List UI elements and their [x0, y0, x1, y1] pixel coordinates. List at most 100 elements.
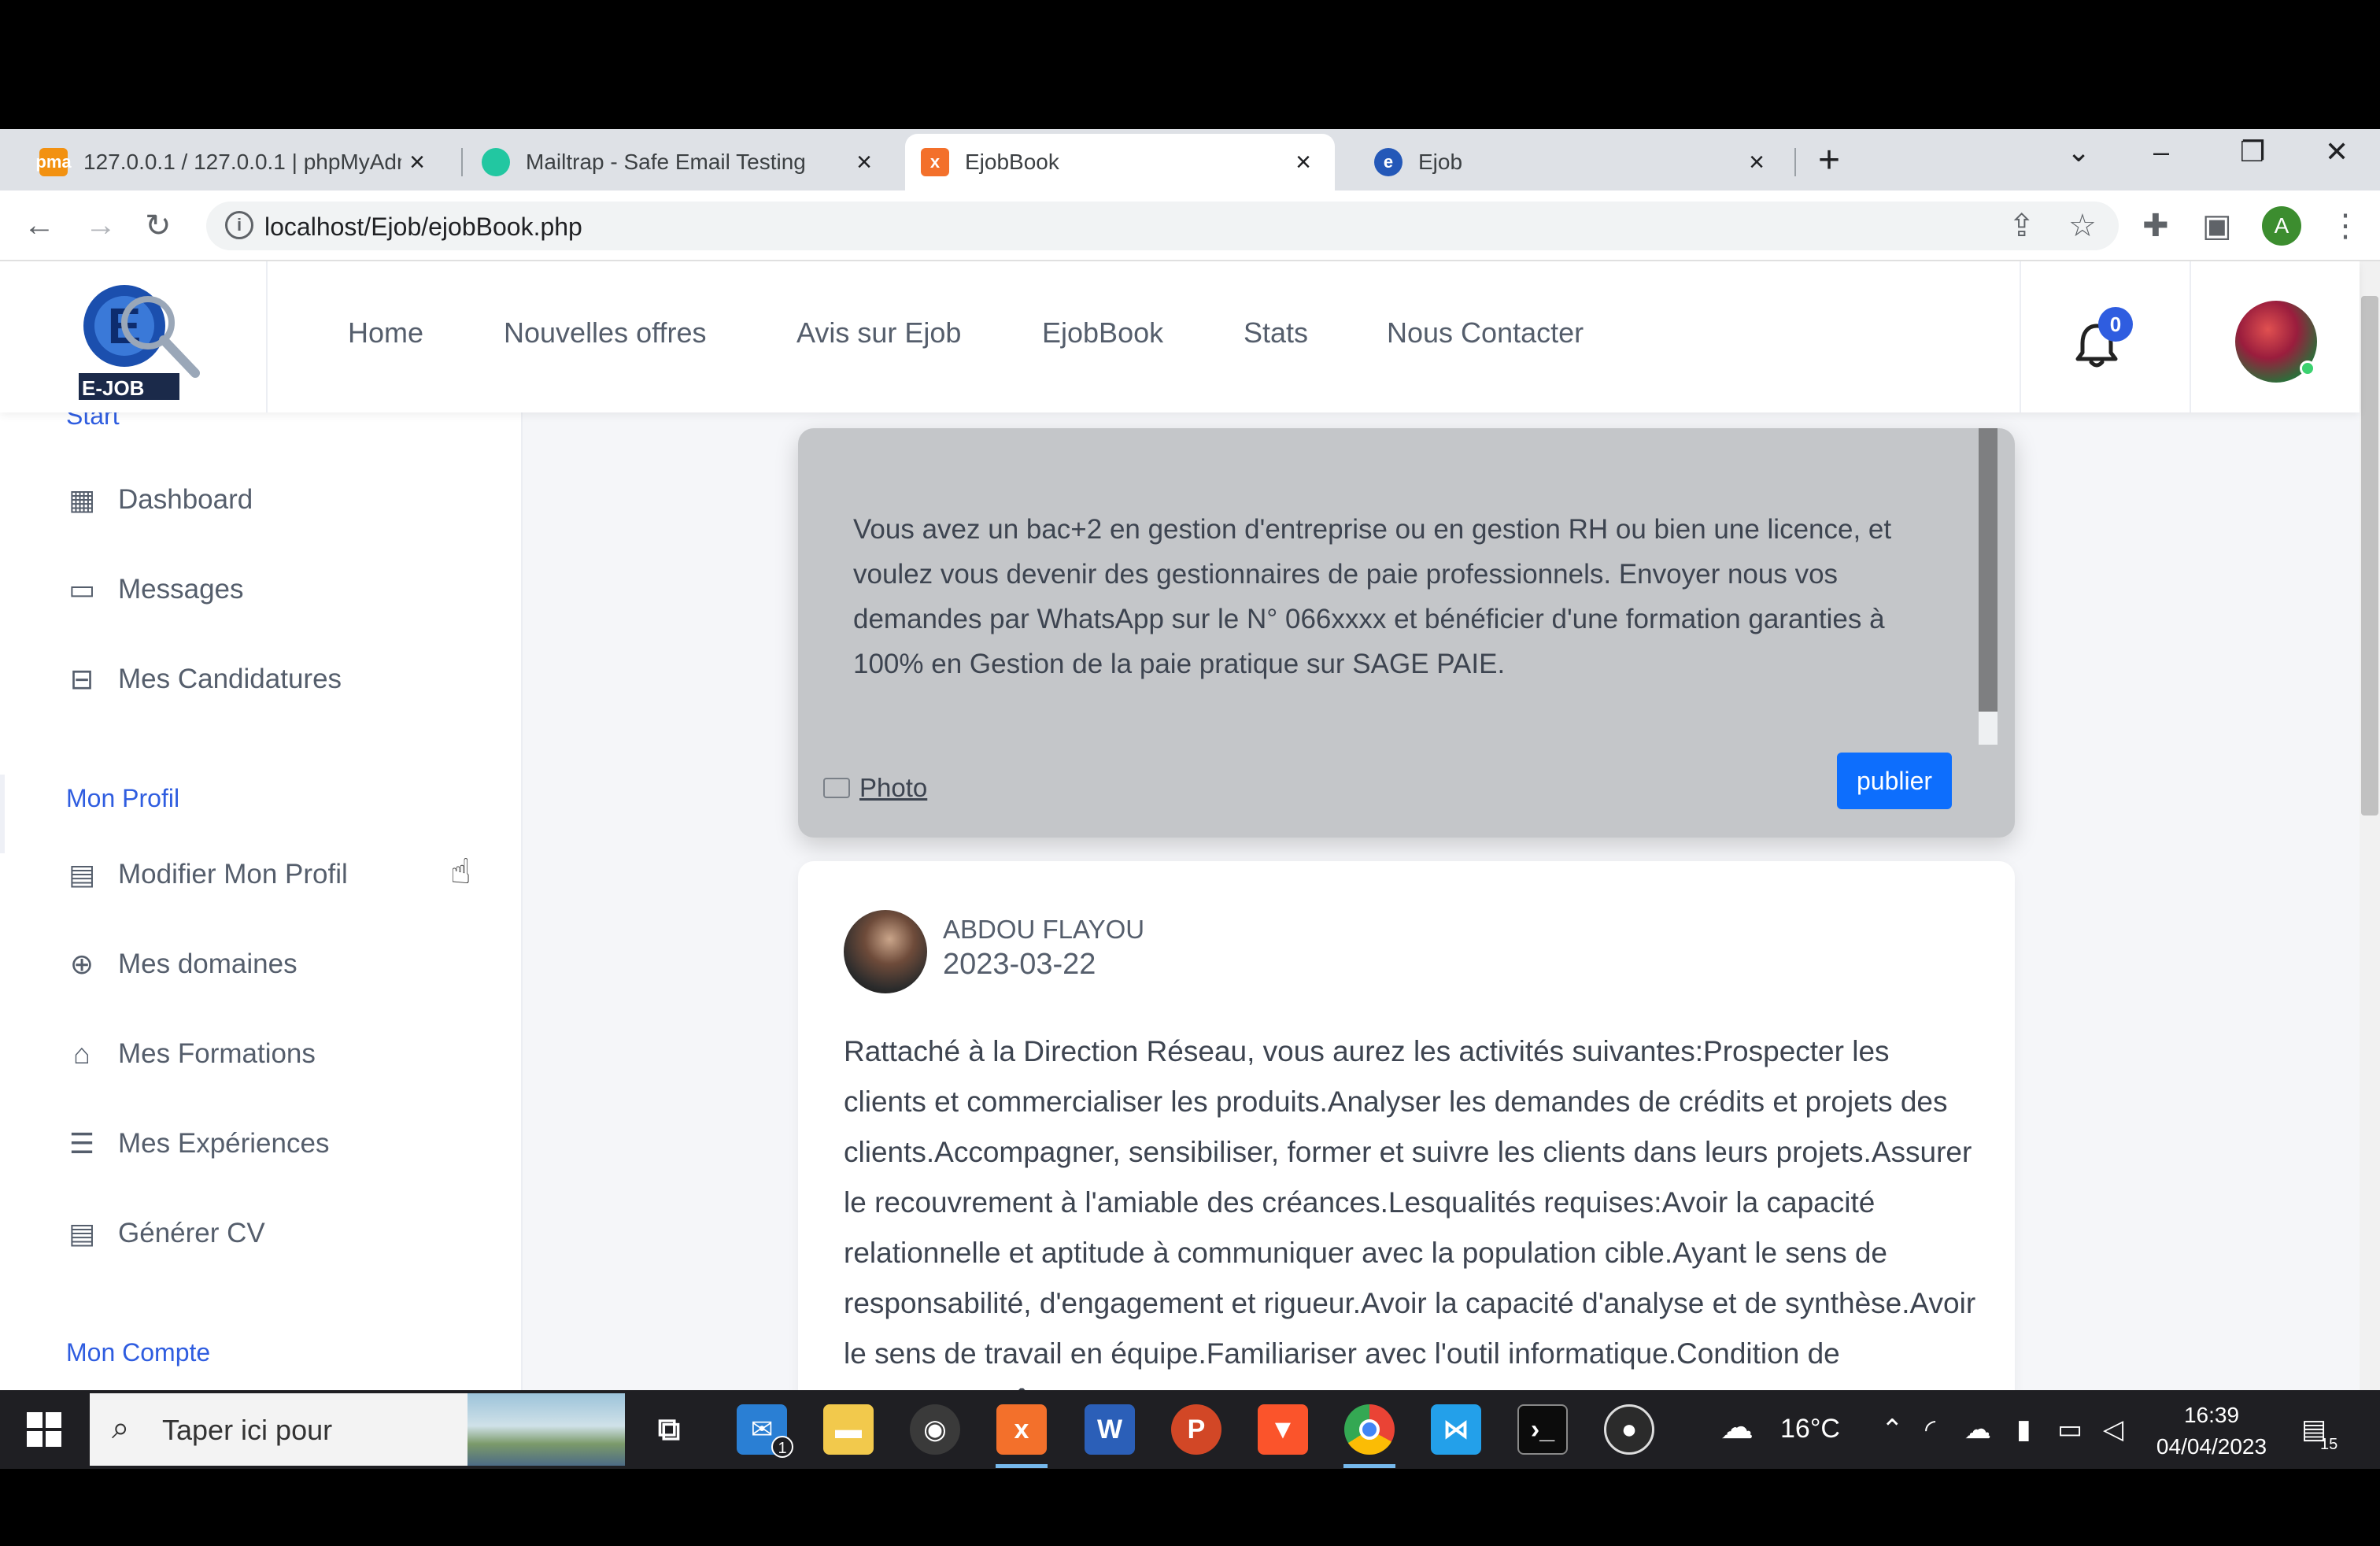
- file-explorer-icon[interactable]: ▬: [823, 1404, 874, 1455]
- site-header: E E-JOB Home Nouvelles offres Avis sur E…: [0, 261, 2360, 412]
- battery-icon[interactable]: ▭: [2057, 1414, 2082, 1445]
- nav-nouvelles-offres[interactable]: Nouvelles offres: [504, 316, 706, 350]
- back-icon[interactable]: ←: [24, 208, 55, 243]
- volume-muted-icon[interactable]: ◁: [2103, 1414, 2123, 1445]
- post-card: ABDOU FLAYOU 2023-03-22 Rattaché à la Di…: [798, 861, 2015, 1390]
- extensions-icon[interactable]: ✚: [2142, 208, 2169, 244]
- site-info-icon[interactable]: i: [225, 211, 253, 239]
- word-icon[interactable]: W: [1085, 1404, 1135, 1455]
- media-player-icon[interactable]: ◉: [910, 1404, 960, 1455]
- tab-title: 127.0.0.1 / 127.0.0.1 | phpMyAdmin: [83, 150, 401, 174]
- sidebar-item-formations[interactable]: ⌂ Mes Formations: [66, 1037, 316, 1071]
- nav-nous-contacter[interactable]: Nous Contacter: [1387, 316, 1584, 350]
- phpmyadmin-icon: pma: [35, 148, 72, 176]
- menu-icon[interactable]: ⋮: [2330, 208, 2361, 244]
- reload-icon[interactable]: ↻: [145, 208, 172, 244]
- tab-title: EjobBook: [965, 150, 1059, 174]
- side-panel-icon[interactable]: ▣: [2202, 208, 2232, 244]
- page-scrollbar-thumb[interactable]: [2361, 296, 2378, 816]
- vscode-icon[interactable]: ⋈: [1431, 1404, 1481, 1455]
- nav-home[interactable]: Home: [348, 316, 423, 350]
- windows-taskbar: ⌕ Taper ici pour ⧉ ✉ 1 ▬ ◉ x W P ▼ ⋈ ›_ …: [0, 1390, 2380, 1469]
- sidebar-item-messages[interactable]: ▭ Messages: [66, 573, 244, 606]
- page-scrollbar-track[interactable]: [2360, 261, 2380, 1390]
- sidebar-item-experiences[interactable]: ☰ Mes Expériences: [66, 1127, 330, 1160]
- search-highlight-image: [468, 1393, 625, 1466]
- tab-title: Ejob: [1418, 150, 1463, 174]
- terminal-icon[interactable]: ›_: [1517, 1404, 1568, 1455]
- notification-count: 15: [2320, 1436, 2338, 1453]
- post-date: 2023-03-22: [943, 948, 1096, 981]
- tab-search-icon[interactable]: ⌄: [2067, 135, 2090, 168]
- nav-ejobbook[interactable]: EjobBook: [1042, 316, 1163, 350]
- bookmark-star-icon[interactable]: ☆: [2068, 208, 2097, 244]
- online-status-dot: [2300, 361, 2315, 376]
- sidebar-section-compte: Mon Compte: [66, 1338, 211, 1367]
- logo-text: E-JOB: [82, 376, 145, 400]
- nav-stats[interactable]: Stats: [1244, 316, 1308, 350]
- browser-tab-phpmyadmin[interactable]: pma 127.0.0.1 / 127.0.0.1 | phpMyAdmin ×: [24, 134, 449, 190]
- mailtrap-icon: [482, 148, 510, 176]
- close-icon[interactable]: ×: [401, 147, 433, 178]
- profile-edit-icon: ▤: [68, 858, 95, 890]
- chevron-up-icon[interactable]: ⌃: [1881, 1414, 1904, 1445]
- add-photo-link[interactable]: Photo: [823, 773, 927, 803]
- close-icon[interactable]: ×: [1741, 147, 1772, 178]
- sidebar-item-label: Messages: [118, 574, 244, 605]
- composer-scrollbar[interactable]: [1979, 428, 1998, 712]
- close-window-icon[interactable]: ✕: [2325, 135, 2349, 168]
- address-bar[interactable]: i localhost/Ejob/ejobBook.php: [206, 202, 2119, 250]
- browser-tab-ejob[interactable]: e Ejob ×: [1358, 134, 1788, 190]
- browser-tab-mailtrap[interactable]: Mailtrap - Safe Email Testing ×: [466, 134, 896, 190]
- image-icon: [823, 778, 850, 798]
- wifi-icon[interactable]: ◜: [1925, 1414, 1935, 1445]
- notification-badge: 0: [2098, 307, 2133, 342]
- share-icon[interactable]: ⇪: [2009, 208, 2035, 244]
- restore-icon[interactable]: ❐: [2240, 135, 2265, 168]
- sidebar-active-indicator: [0, 775, 5, 853]
- profile-avatar[interactable]: A: [2262, 206, 2301, 246]
- sidebar-item-label: Mes Formations: [118, 1038, 316, 1069]
- author-avatar[interactable]: [844, 910, 927, 993]
- weather-cloud-icon[interactable]: ☁: [1720, 1407, 1754, 1446]
- weather-temperature[interactable]: 16°C: [1780, 1414, 1840, 1444]
- cloud-error-icon[interactable]: ☁: [1964, 1414, 1991, 1445]
- close-icon[interactable]: ×: [848, 147, 880, 178]
- sidebar-item-modifier-profil[interactable]: ▤ Modifier Mon Profil: [66, 858, 348, 891]
- mail-badge: 1: [771, 1436, 793, 1458]
- task-view-icon[interactable]: ⧉: [644, 1404, 694, 1455]
- browser-tab-ejobbook[interactable]: x EjobBook ×: [905, 134, 1335, 190]
- nav-divider: [266, 261, 268, 412]
- mouse-cursor-icon: ☝: [450, 853, 471, 891]
- search-icon: ⌕: [112, 1411, 130, 1445]
- sidebar-item-dashboard[interactable]: ▦ Dashboard: [66, 483, 253, 516]
- sidebar-item-domaines[interactable]: ⊕ Mes domaines: [66, 948, 298, 981]
- microphone-icon[interactable]: ▮: [2016, 1414, 2031, 1445]
- composer-textarea[interactable]: Vous avez un bac+2 en gestion d'entrepri…: [853, 507, 1939, 686]
- clock-date: 04/04/2023: [2156, 1434, 2267, 1459]
- sidebar-item-generer-cv[interactable]: ▤ Générer CV: [66, 1217, 265, 1250]
- user-avatar[interactable]: [2235, 301, 2317, 383]
- list-icon: ☰: [68, 1127, 95, 1160]
- obs-icon[interactable]: ●: [1604, 1404, 1654, 1455]
- brave-browser-icon[interactable]: ▼: [1258, 1404, 1308, 1455]
- post-author[interactable]: ABDOU FLAYOU: [943, 915, 1144, 945]
- sidebar-item-candidatures[interactable]: ⊟ Mes Candidatures: [66, 663, 342, 696]
- nav-avis-sur-ejob[interactable]: Avis sur Ejob: [796, 316, 961, 350]
- chrome-icon[interactable]: [1344, 1404, 1395, 1455]
- sidebar-item-label: Générer CV: [118, 1218, 265, 1248]
- close-icon[interactable]: ×: [1288, 147, 1319, 178]
- powerpoint-icon[interactable]: P: [1171, 1404, 1221, 1455]
- taskbar-search[interactable]: ⌕ Taper ici pour: [90, 1393, 625, 1466]
- new-tab-icon[interactable]: +: [1818, 139, 1840, 182]
- minimize-icon[interactable]: –: [2153, 135, 2169, 168]
- xampp-icon[interactable]: x: [996, 1404, 1047, 1455]
- publish-button[interactable]: publier: [1837, 753, 1952, 809]
- windows-start-icon[interactable]: [27, 1412, 61, 1447]
- sidebar-item-label: Mes Candidatures: [118, 664, 342, 694]
- forward-icon[interactable]: →: [85, 208, 116, 243]
- graduation-cap-icon: ⌂: [73, 1037, 91, 1070]
- url-text[interactable]: localhost/Ejob/ejobBook.php: [264, 213, 582, 242]
- taskbar-clock[interactable]: 16:39 04/04/2023: [2149, 1400, 2275, 1463]
- briefcase-icon: ⊟: [69, 663, 94, 695]
